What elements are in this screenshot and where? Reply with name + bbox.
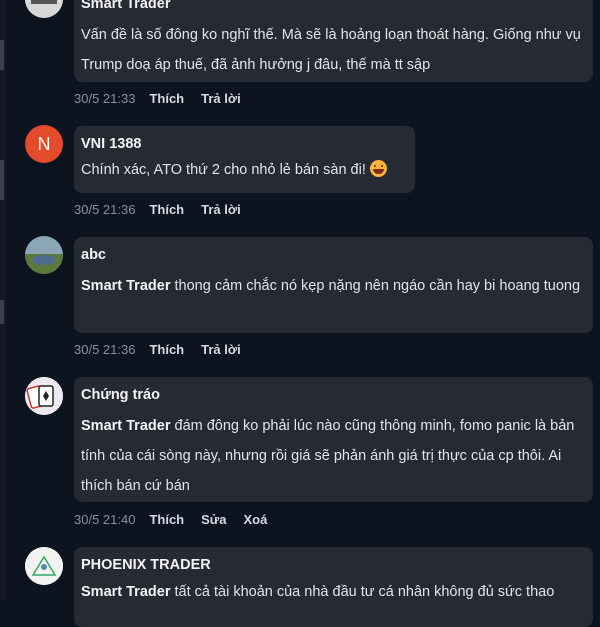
laughing-emoji-icon [369,160,387,177]
reply-button[interactable]: Trả lời [201,91,241,106]
avatar[interactable] [25,377,63,415]
comment-time: 30/5 21:33 [74,91,136,106]
comment-bubble: Smart Trader Vấn đề là số đông ko nghĩ t… [74,0,593,82]
like-button[interactable]: Thích [149,202,184,217]
delete-button[interactable]: Xoá [243,512,267,527]
left-edge-strip [0,0,6,600]
mention-link[interactable]: Smart Trader [81,278,170,294]
reply-button[interactable]: Trả lời [201,202,241,217]
avatar[interactable] [25,547,63,585]
comment-text-content: Chính xác, ATO thứ 2 cho nhỏ lẻ bán sàn … [81,162,366,178]
comment-bubble: VNI 1388 Chính xác, ATO thứ 2 cho nhỏ lẻ… [74,126,415,193]
comment-author[interactable]: VNI 1388 [81,134,407,154]
mention-link[interactable]: Smart Trader [81,584,170,600]
comment-time: 30/5 21:36 [74,202,136,217]
avatar[interactable] [25,0,63,18]
comment-time: 30/5 21:36 [74,342,136,357]
comment-meta: 30/5 21:36 Thích Trả lời [74,342,258,357]
like-button[interactable]: Thích [149,91,184,106]
comment-meta: 30/5 21:36 Thích Trả lời [74,202,258,217]
comment-author[interactable]: Chứng tráo [81,385,585,405]
avatar[interactable] [25,236,63,274]
comment-text: Smart Trader thong cảm chắc nó kẹp nặng … [81,271,585,301]
like-button[interactable]: Thích [149,512,184,527]
comment-bubble: abc Smart Trader thong cảm chắc nó kẹp n… [74,237,593,333]
comment-author[interactable]: Smart Trader [81,0,585,14]
reply-button[interactable]: Trả lời [201,342,241,357]
edit-button[interactable]: Sửa [201,512,226,527]
comment-author[interactable]: PHOENIX TRADER [81,555,585,575]
mention-link[interactable]: Smart Trader [81,418,170,434]
like-button[interactable]: Thích [149,342,184,357]
comment-text: Smart Trader đám đông ko phải lúc nào cũ… [81,411,585,501]
comment-text-content: tất cả tài khoản của nhà đầu tư cá nhân … [174,584,555,600]
comment-text: Vấn đề là số đông ko nghĩ thế. Mà sẽ là … [81,27,581,73]
avatar-letter: N [37,133,51,154]
comment-bubble: PHOENIX TRADER Smart Trader tất cả tài k… [74,547,593,627]
avatar[interactable]: N [25,125,63,163]
comment-bubble: Chứng tráo Smart Trader đám đông ko phải… [74,377,593,502]
comment-author[interactable]: abc [81,245,585,265]
comment-time: 30/5 21:40 [74,512,136,527]
comment-text-content: thong cảm chắc nó kẹp nặng nên ngáo cần … [174,278,581,294]
comment-meta: 30/5 21:33 Thích Trả lời [74,91,258,106]
comment-meta: 30/5 21:40 Thích Sửa Xoá [74,512,284,527]
comment-text: Chính xác, ATO thứ 2 cho nhỏ lẻ bán sàn … [81,160,407,180]
